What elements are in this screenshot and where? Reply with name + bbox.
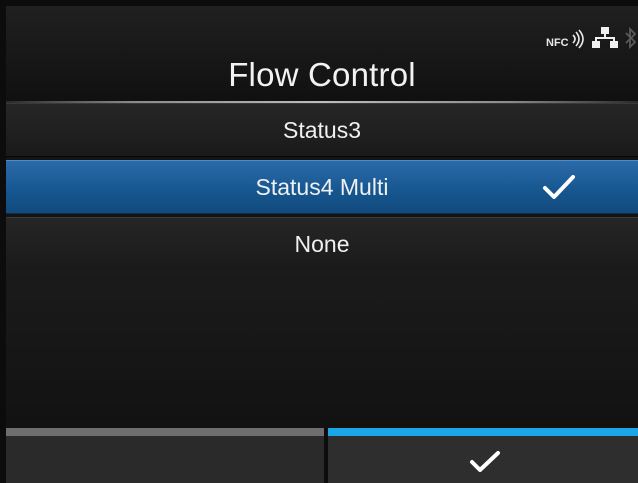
option-none[interactable]: None xyxy=(6,217,638,271)
svg-text:NFC: NFC xyxy=(546,37,569,49)
confirm-button[interactable] xyxy=(328,428,638,483)
screen: NFC Flow Control Status3 Status4 Multi N… xyxy=(6,6,638,483)
footer xyxy=(6,428,638,483)
back-button[interactable] xyxy=(6,428,324,483)
nfc-icon: NFC xyxy=(546,29,584,49)
option-label: Status3 xyxy=(283,117,361,143)
option-status4-multi[interactable]: Status4 Multi xyxy=(6,160,638,214)
page-title: Flow Control xyxy=(228,56,416,93)
status-icons: NFC xyxy=(528,26,638,50)
header: NFC Flow Control xyxy=(6,6,638,102)
bluetooth-icon xyxy=(625,26,637,50)
option-list: Status3 Status4 Multi None xyxy=(6,103,638,274)
option-label: Status4 Multi xyxy=(255,174,389,200)
check-icon xyxy=(543,175,575,199)
empty-list-area xyxy=(6,270,638,428)
option-label: None xyxy=(294,231,350,257)
check-icon xyxy=(470,451,500,472)
network-icon xyxy=(592,27,618,48)
option-status3[interactable]: Status3 xyxy=(6,103,638,157)
